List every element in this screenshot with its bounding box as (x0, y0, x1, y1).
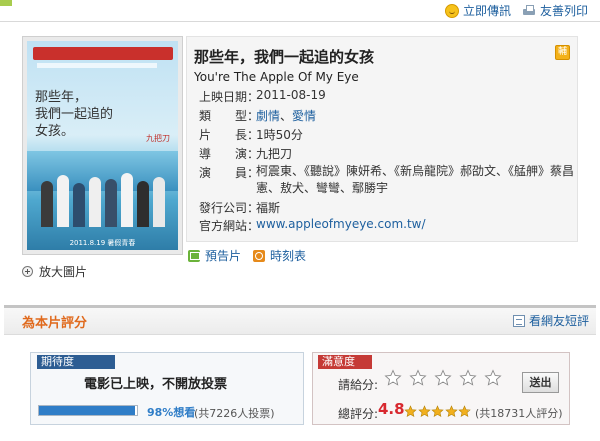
age-rating-badge: 輔 (555, 45, 570, 60)
rating-section-header (4, 305, 596, 335)
rate-star-4[interactable] (459, 369, 477, 387)
genre-list: 劇情、愛情 (256, 107, 316, 124)
score-star-icon (417, 405, 431, 418)
comment-icon (513, 314, 525, 327)
poster-people (41, 159, 171, 227)
total-score-label: 總評分: (338, 407, 379, 421)
rate-star-1[interactable] (384, 369, 402, 387)
poster-script-line2: 我們一起追的 (35, 107, 114, 122)
director-label: 導 演： (199, 147, 260, 161)
trailer-label: 預告片 (205, 249, 242, 263)
rate-star-2[interactable] (409, 369, 427, 387)
print-link-label: 友善列印 (540, 4, 589, 18)
expectation-progress-fill (39, 406, 135, 415)
printer-icon (522, 4, 536, 17)
score-star-icon (458, 405, 471, 418)
movie-title: 那些年，我們一起追的女孩 (194, 48, 375, 66)
poster-subbanner (37, 63, 157, 68)
movie-length: 1時50分 (256, 128, 303, 142)
poster-script-line3: 女孩。 (35, 124, 75, 139)
movie-poster[interactable]: 那些年， 我們一起追的 女孩。 九把刀 2011.8.19 暑假青春 (22, 36, 183, 255)
give-score-label: 請給分: (338, 378, 379, 392)
total-score-votes: (共18731人評分) (475, 407, 563, 420)
genre-link-drama[interactable]: 劇情 (256, 109, 280, 123)
plus-circle-icon (22, 266, 33, 277)
satisfaction-tag: 滿意度 (318, 355, 372, 369)
showtimes-label: 時刻表 (270, 249, 307, 263)
submit-score-button[interactable]: 送出 (522, 372, 559, 393)
website-link[interactable]: www.appleofmyeye.com.tw/ (256, 217, 426, 231)
poster-date: 2011.8.19 暑假青春 (69, 239, 136, 247)
score-star-icon (444, 405, 458, 418)
share-link[interactable]: 立即傳訊 (445, 2, 511, 19)
distributor-label: 發行公司： (199, 201, 260, 215)
release-date-label: 上映日期： (199, 90, 260, 104)
divider (0, 21, 600, 22)
score-star-icon (431, 405, 444, 418)
poster-banner (33, 47, 173, 60)
genre-link-romance[interactable]: 愛情 (292, 109, 316, 123)
print-link[interactable]: 友善列印 (522, 2, 588, 19)
distributor-name: 福斯 (256, 201, 281, 215)
rate-star-5[interactable] (484, 369, 502, 387)
website-url[interactable]: www.appleofmyeye.com.tw/ (256, 217, 426, 231)
zoom-image-label: 放大圖片 (39, 265, 88, 279)
cast-label: 演 員： (199, 166, 260, 180)
showtimes-button[interactable]: 時刻表 (253, 247, 306, 264)
rate-star-3[interactable] (434, 369, 452, 387)
expectation-percent: 98%想看 (147, 406, 196, 419)
genre-label: 類 型： (199, 109, 260, 123)
zoom-image-link[interactable]: 放大圖片 (22, 263, 87, 280)
expectation-tag: 期待度 (37, 355, 115, 369)
poster-script-line1: 那些年， (35, 90, 88, 105)
rating-section-title: 為本片評分 (22, 316, 88, 331)
movie-title-english: You're The Apple Of My Eye (194, 70, 359, 84)
smile-icon (445, 3, 459, 18)
score-star-icon (404, 405, 417, 418)
video-icon (188, 249, 200, 262)
poster-script: 那些年， 我們一起追的 女孩。 (35, 89, 113, 140)
user-reviews-label: 看網友短評 (529, 314, 590, 328)
director-name: 九把刀 (256, 147, 293, 161)
poster-director-text: 九把刀 (146, 134, 170, 143)
length-label: 片 長： (199, 128, 260, 142)
total-score: 4.8 (378, 400, 405, 418)
expectation-message: 電影已上映，不開放投票 (84, 377, 228, 392)
user-reviews-link[interactable]: 看網友短評 (513, 312, 589, 329)
clock-icon (253, 249, 265, 262)
cast-list: 柯震東、《聽說》陳妍希、《新烏龍院》郝劭文、《艋舺》蔡昌憲、敖犬、彎彎、鄢勝宇 (256, 164, 575, 195)
poster-image: 那些年， 我們一起追的 女孩。 九把刀 2011.8.19 暑假青春 (27, 41, 178, 250)
genre-separator: 、 (280, 109, 293, 123)
expectation-votes: (共7226人投票) (194, 407, 275, 420)
website-label: 官方網站： (199, 219, 260, 233)
share-link-label: 立即傳訊 (463, 4, 512, 18)
trailer-button[interactable]: 預告片 (188, 247, 241, 264)
release-date: 2011-08-19 (256, 88, 326, 102)
decorative-strip (0, 0, 12, 6)
